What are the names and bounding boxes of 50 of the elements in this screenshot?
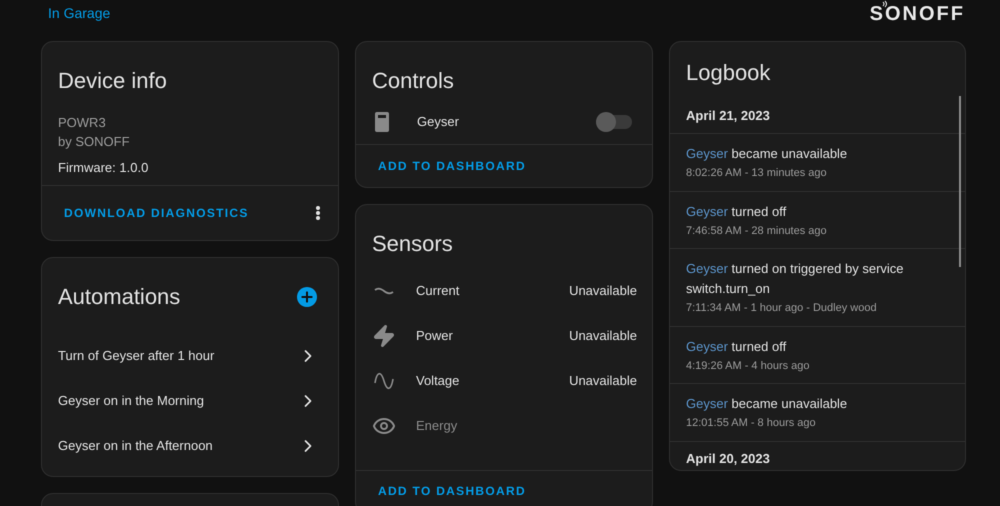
sensor-name: Energy — [416, 416, 458, 435]
log-timestamp: 7:11:34 AM - 1 hour ago - Dudley wood — [686, 301, 878, 316]
sensor-name: Current — [416, 282, 460, 300]
sensor-name: Power — [416, 326, 454, 345]
sensor-value: Unavailable — [569, 326, 637, 345]
sensor-value: Unavailable — [569, 372, 637, 390]
automation-item[interactable]: Geyser on in the Afternoon — [42, 423, 338, 468]
area-link[interactable]: In Garage — [48, 3, 110, 24]
toggle-switch[interactable] — [596, 115, 632, 129]
log-timestamp: 7:46:58 AM - 28 minutes ago — [686, 224, 828, 238]
log-message: Geyser became unavailable — [686, 395, 848, 413]
lightning-bolt-icon — [372, 324, 396, 348]
entity-link[interactable]: Geyser — [686, 338, 728, 354]
download-diagnostics-button[interactable]: DOWNLOAD DIAGNOSTICS — [56, 196, 257, 230]
card-title: Logbook — [685, 59, 772, 87]
log-timestamp: 4:19:26 AM - 4 hours ago — [686, 358, 811, 374]
date-heading: April 21, 2023 — [686, 107, 770, 126]
add-to-dashboard-button[interactable]: ADD TO DASHBOARD — [370, 478, 534, 504]
firmware-version: Firmware: 1.0.0 — [57, 159, 150, 177]
sensor-value: Unavailable — [569, 282, 637, 300]
entity-name: Geyser — [417, 113, 460, 132]
sine-wave-icon — [374, 370, 394, 390]
card-title: Controls — [371, 67, 455, 95]
signal-icon — [882, 0, 888, 8]
brand-logo: SONOFF — [870, 4, 965, 24]
card-title: Automations — [58, 283, 180, 311]
entity-link[interactable]: Geyser — [686, 146, 728, 161]
log-message: Geyser became unavailable — [686, 145, 848, 163]
device-model: POWR3 — [57, 114, 107, 132]
log-message: Geyser turned off — [686, 338, 788, 356]
add-to-dashboard-button[interactable]: ADD TO DASHBOARD — [370, 153, 534, 179]
entity-link[interactable]: Geyser — [686, 261, 728, 276]
device-manufacturer: by SONOFF — [57, 133, 131, 151]
entity-link[interactable]: Geyser — [686, 396, 728, 411]
card-title: Sensors — [371, 230, 454, 258]
scrollbar-icon — [959, 96, 961, 267]
plus-icon — [299, 288, 315, 304]
card-title: Device info — [57, 67, 168, 95]
add-button[interactable] — [297, 286, 317, 306]
log-timestamp: 8:02:26 AM - 13 minutes ago — [686, 166, 828, 181]
device-icon — [375, 112, 389, 132]
automation-item[interactable]: Turn of Geyser after 1 hour — [42, 333, 338, 378]
more-options-icon — [316, 206, 320, 220]
sensor-name: Voltage — [416, 372, 460, 390]
automation-item[interactable]: Geyser on in the Morning — [42, 378, 338, 423]
entity-link[interactable]: Geyser — [686, 204, 728, 218]
log-timestamp: 12:01:55 AM - 8 hours ago — [686, 416, 817, 431]
log-message: Geyser turned off — [686, 202, 788, 221]
date-heading: April 20, 2023 — [686, 450, 770, 468]
log-message: Geyser turned on triggered by service switch.turn_on — [686, 260, 905, 298]
